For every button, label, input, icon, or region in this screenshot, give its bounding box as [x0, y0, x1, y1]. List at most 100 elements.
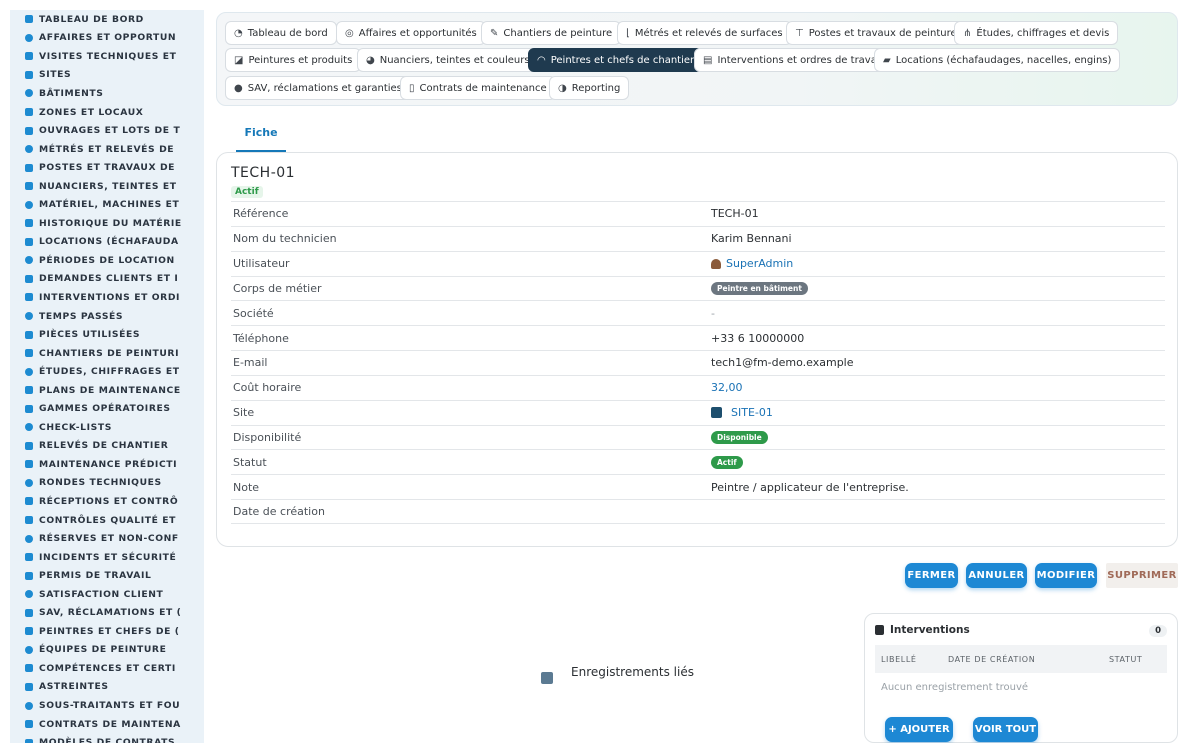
tab[interactable]: ◑ Reporting [549, 76, 630, 100]
sidebar-item-label: MATÉRIEL, MACHINES ET [39, 199, 180, 211]
sidebar-item[interactable]: CONTRATS DE MAINTENA [10, 715, 204, 734]
add-button[interactable]: + AJOUTER [885, 717, 953, 742]
column-header[interactable]: STATUT [1109, 655, 1142, 664]
column-header[interactable]: LIBELLÉ [875, 655, 948, 664]
sidebar-item[interactable]: SAV, RÉCLAMATIONS ET ( [10, 604, 204, 623]
sidebar-item[interactable]: PÉRIODES DE LOCATION [10, 251, 204, 270]
sidebar-item[interactable]: MÉTRÉS ET RELEVÉS DE [10, 140, 204, 159]
sidebar-item[interactable]: PERMIS DE TRAVAIL [10, 566, 204, 585]
tab[interactable]: ⋔ Études, chiffrages et devis [954, 21, 1119, 45]
tab[interactable]: ◕ Nuanciers, teintes et couleurs [357, 48, 539, 72]
sidebar-item[interactable]: POSTES ET TRAVAUX DE [10, 158, 204, 177]
sidebar-item[interactable]: GAMMES OPÉRATOIRES [10, 399, 204, 418]
field-row: Téléphone +33 6 10000000 [231, 325, 1165, 350]
sidebar-item[interactable]: SOUS-TRAITANTS ET FOU [10, 696, 204, 715]
field-value-text: Karim Bennani [711, 232, 792, 246]
sidebar-item-icon [24, 682, 33, 691]
tab-label: Interventions et ordres de travail [717, 54, 883, 66]
field-row: Utilisateur SuperAdmin [231, 250, 1165, 276]
sidebar-item[interactable]: OUVRAGES ET LOTS DE T [10, 121, 204, 140]
field-row: Note Peintre / applicateur de l'entrepris… [231, 474, 1165, 499]
sidebar-item[interactable]: RÉCEPTIONS ET CONTRÔ [10, 492, 204, 511]
sidebar-item[interactable]: BÂTIMENTS [10, 84, 204, 103]
sidebar-item-icon [24, 441, 33, 450]
sidebar-item[interactable]: SITES [10, 66, 204, 85]
edit-button[interactable]: MODIFIER [1035, 563, 1097, 588]
tab-icon: ✎ [490, 27, 499, 39]
sidebar-item-icon [24, 516, 33, 525]
tab[interactable]: ✎ Chantiers de peinture [481, 21, 622, 45]
sidebar-item-label: CONTRATS DE MAINTENA [39, 718, 181, 730]
sidebar-item-label: CHECK-LISTS [39, 421, 112, 433]
table-header: LIBELLÉ DATE DE CRÉATION STATUT [875, 645, 1167, 673]
sidebar-item[interactable]: TEMPS PASSÉS [10, 307, 204, 326]
tab[interactable]: ▤ Interventions et ordres de travail [694, 48, 892, 72]
sidebar-item[interactable]: ASTREINTES [10, 678, 204, 697]
sidebar-item[interactable]: ÉQUIPES DE PEINTURE [10, 641, 204, 660]
field-label: Téléphone [233, 331, 289, 345]
sidebar-item[interactable]: ZONES ET LOCAUX [10, 103, 204, 122]
sidebar-item[interactable]: MODÈLES DE CONTRATS [10, 733, 204, 743]
tab[interactable]: ◎ Affaires et opportunités [336, 21, 486, 45]
sidebar-item[interactable]: INTERVENTIONS ET ORDI [10, 288, 204, 307]
sidebar-item[interactable]: MATÉRIEL, MACHINES ET [10, 195, 204, 214]
sidebar-item[interactable]: DEMANDES CLIENTS ET I [10, 270, 204, 289]
sidebar-item[interactable]: VISITES TECHNIQUES ET [10, 47, 204, 66]
sidebar-item-icon [24, 423, 33, 432]
sidebar-item[interactable]: CHECK-LISTS [10, 418, 204, 437]
tab-label: Locations (échafaudages, nacelles, engin… [895, 54, 1112, 66]
tab[interactable]: ⌊ Métrés et relevés de surfaces [617, 21, 792, 45]
sidebar-item-icon [24, 534, 33, 543]
field-value: Peintre / applicateur de l'entreprise. [711, 481, 909, 494]
field-label: Nom du technicien [233, 232, 337, 246]
sidebar-item[interactable]: CONTRÔLES QUALITÉ ET [10, 511, 204, 530]
sidebar-item[interactable]: ÉTUDES, CHIFFRAGES ET [10, 362, 204, 381]
sidebar-item[interactable]: RONDES TECHNIQUES [10, 474, 204, 493]
tab[interactable]: ● SAV, réclamations et garanties [225, 76, 411, 100]
sidebar-item[interactable]: PIÈCES UTILISÉES [10, 325, 204, 344]
sidebar-item-icon [24, 200, 33, 209]
sidebar-item[interactable]: PLANS DE MAINTENANCE [10, 381, 204, 400]
tab[interactable]: ◪ Peintures et produits [225, 48, 362, 72]
tab[interactable]: ▯ Contrats de maintenance [400, 76, 556, 100]
site-link[interactable]: SITE-01 [731, 406, 773, 419]
sidebar-item-icon [24, 312, 33, 321]
sidebar-item-icon [24, 627, 33, 636]
sidebar-item-icon [24, 330, 33, 339]
tab-label: Nuanciers, teintes et couleurs [379, 54, 530, 66]
sidebar-item[interactable]: PEINTRES ET CHEFS DE ( [10, 622, 204, 641]
tab[interactable]: ◠ Peintres et chefs de chantier [528, 48, 704, 72]
sidebar-item[interactable]: CHANTIERS DE PEINTURI [10, 344, 204, 363]
tab-label: Reporting [571, 82, 621, 94]
sidebar-item[interactable]: INCIDENTS ET SÉCURITÉ [10, 548, 204, 567]
sidebar-item[interactable]: NUANCIERS, TEINTES ET [10, 177, 204, 196]
sidebar-item[interactable]: RELEVÉS DE CHANTIER [10, 437, 204, 456]
tab-fiche[interactable]: Fiche [236, 118, 286, 152]
sidebar-item[interactable]: TABLEAU DE BORD [10, 10, 204, 29]
user-link[interactable]: SuperAdmin [726, 257, 793, 270]
column-header[interactable]: DATE DE CRÉATION [948, 655, 1109, 664]
tab[interactable]: ◔ Tableau de bord [225, 21, 337, 45]
delete-button[interactable]: SUPPRIMER [1106, 563, 1178, 588]
tab[interactable]: ▰ Locations (échafaudages, nacelles, engi… [874, 48, 1121, 72]
sidebar-item[interactable]: SATISFACTION CLIENT [10, 585, 204, 604]
tab-label: Peintures et produits [248, 54, 353, 66]
field-row: Disponibilité Disponible [231, 424, 1165, 450]
status-badge: Actif [711, 455, 743, 469]
sidebar-item-icon [24, 497, 33, 506]
sidebar-item[interactable]: RÉSERVES ET NON-CONF [10, 529, 204, 548]
tab-icon: ⌊ [626, 27, 630, 39]
sidebar-item-icon [24, 89, 33, 98]
tab[interactable]: ⊤ Postes et travaux de peinture [786, 21, 966, 45]
sidebar-item[interactable]: MAINTENANCE PRÉDICTI [10, 455, 204, 474]
cancel-button[interactable]: ANNULER [966, 563, 1027, 588]
field-row: Statut Actif [231, 449, 1165, 474]
close-button[interactable]: FERMER [905, 563, 958, 588]
status-tag: Actif [231, 186, 263, 198]
sidebar-item[interactable]: AFFAIRES ET OPPORTUN [10, 29, 204, 48]
sidebar-item[interactable]: HISTORIQUE DU MATÉRIE [10, 214, 204, 233]
field-value: Karim Bennani [711, 232, 792, 245]
sidebar-item[interactable]: COMPÉTENCES ET CERTI [10, 659, 204, 678]
sidebar-item[interactable]: LOCATIONS (ÉCHAFAUDA [10, 233, 204, 252]
view-all-button[interactable]: VOIR TOUT [973, 717, 1038, 742]
